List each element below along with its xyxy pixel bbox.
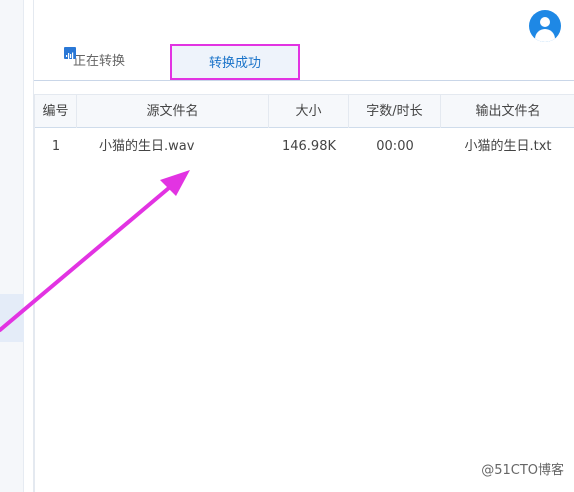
avatar-head — [540, 17, 550, 27]
avatar-shoulders — [535, 29, 555, 42]
row-duration: 00:00 — [376, 139, 414, 154]
user-avatar-icon[interactable] — [529, 10, 561, 42]
row-index: 1 — [51, 139, 61, 154]
watermark: @51CTO博客 — [481, 463, 564, 478]
sidebar-active-item[interactable] — [0, 294, 24, 342]
result-table: 编号 源文件名 大小 字数/时长 输出文件名 1 小猫的生日.wav 146.9… — [34, 94, 574, 492]
column-header-duration[interactable]: 字数/时长 — [349, 95, 441, 128]
sidebar — [0, 0, 24, 492]
audio-wave-icon — [66, 52, 74, 60]
sidebar-divider — [24, 0, 34, 492]
row-size: 146.98K — [281, 139, 336, 154]
app-root: 正在转换 转换成功 编号 源文件名 大小 字数/时长 输出文件名 1 小猫的生日… — [0, 0, 574, 492]
column-header-index[interactable]: 编号 — [35, 95, 77, 128]
tab-bar: 正在转换 转换成功 — [34, 44, 574, 81]
column-header-size[interactable]: 大小 — [269, 95, 349, 128]
tab-success[interactable]: 转换成功 — [170, 44, 300, 80]
table-row[interactable]: 1 小猫的生日.wav 146.98K 00:00 小猫的生日.txt — [35, 130, 574, 164]
table-header: 编号 源文件名 大小 字数/时长 输出文件名 — [35, 94, 574, 128]
row-source-file[interactable]: 小猫的生日.wav — [77, 130, 269, 164]
column-header-source[interactable]: 源文件名 — [77, 95, 269, 128]
column-header-output[interactable]: 输出文件名 — [441, 95, 574, 128]
audio-file-icon — [64, 47, 76, 60]
row-output-file[interactable]: 小猫的生日.txt — [441, 130, 574, 164]
tab-converting[interactable]: 正在转换 — [34, 44, 164, 80]
